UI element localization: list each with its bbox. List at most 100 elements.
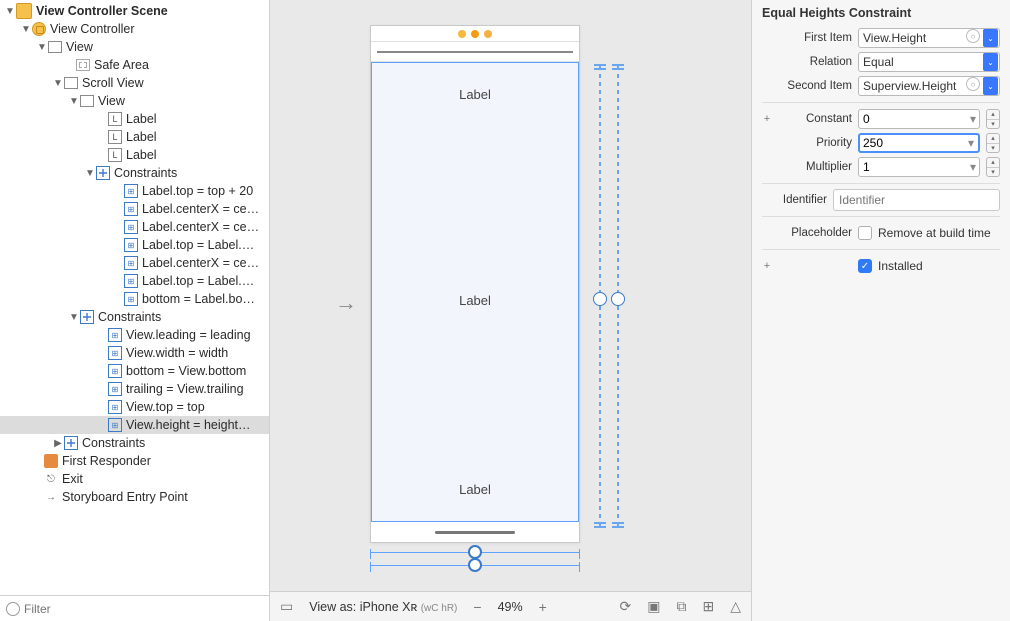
align-icon[interactable]: ⧉: [676, 598, 686, 615]
constant-input[interactable]: ▾: [858, 109, 980, 129]
label-row[interactable]: L Label: [0, 110, 269, 128]
label-icon: L: [108, 112, 122, 126]
vc-row[interactable]: View Controller: [0, 20, 269, 38]
constraint-row[interactable]: ⊞View.top = top: [0, 398, 269, 416]
scene-titlebar[interactable]: [371, 42, 579, 62]
priority-input[interactable]: ▾: [858, 133, 980, 153]
exit-row[interactable]: ⎋ Exit: [0, 470, 269, 488]
inner-constraints-row[interactable]: Constraints: [0, 164, 269, 182]
second-item-select[interactable]: Superview.Height ○⌄: [858, 76, 1000, 96]
disclosure-icon[interactable]: ▶: [52, 438, 64, 449]
clear-icon[interactable]: ○: [966, 77, 980, 91]
hide-outline-icon[interactable]: ▭: [280, 598, 293, 615]
constraint-row[interactable]: ⊞Label.top = top + 20: [0, 182, 269, 200]
update-frames-icon[interactable]: ⟳: [620, 598, 632, 615]
constraint-row[interactable]: ⊞Label.centerX = ce…: [0, 200, 269, 218]
canvas-label[interactable]: Label: [372, 87, 578, 102]
constraint-handle-icon[interactable]: [468, 558, 482, 572]
zoom-value[interactable]: 49%: [498, 600, 523, 614]
installed-checkbox[interactable]: ✓: [858, 259, 872, 273]
chevron-down-icon[interactable]: ⌄: [983, 77, 998, 95]
scroll-constraints-row[interactable]: Constraints: [0, 308, 269, 326]
canvas[interactable]: → Label Label Label: [270, 0, 752, 621]
disclosure-icon[interactable]: [4, 6, 16, 17]
disclosure-icon[interactable]: [84, 168, 96, 179]
entrypoint-label: Storyboard Entry Point: [62, 490, 188, 504]
constraint-row[interactable]: ⊞Label.top = Label.…: [0, 236, 269, 254]
canvas-label[interactable]: Label: [372, 293, 578, 308]
constraint-handle-icon[interactable]: [611, 292, 625, 306]
constraint-row[interactable]: ⊞trailing = View.trailing: [0, 380, 269, 398]
placeholder-checkbox[interactable]: [858, 226, 872, 240]
pin-icon[interactable]: ⊞: [702, 598, 714, 615]
clear-icon[interactable]: ○: [966, 29, 980, 43]
home-indicator: [371, 522, 579, 542]
constant-field[interactable]: [859, 112, 970, 126]
device-mockup[interactable]: Label Label Label: [370, 25, 580, 543]
disclosure-icon[interactable]: [52, 78, 64, 89]
constraint-text: Label.top = Label.…: [142, 274, 254, 288]
resolve-icon[interactable]: △: [730, 598, 741, 615]
constraint-icon: ⊞: [108, 328, 122, 342]
constraint-row[interactable]: ⊞Label.centerX = ce…: [0, 254, 269, 272]
height-constraint-rail[interactable]: [594, 66, 606, 526]
installed-text: Installed: [878, 259, 923, 273]
constraints-icon: [64, 436, 78, 450]
zoom-in-icon[interactable]: +: [539, 599, 547, 615]
constant-row: + Constant ▾ ▴▾: [752, 107, 1010, 131]
constraint-row[interactable]: ⊞View.width = width: [0, 344, 269, 362]
disclosure-icon[interactable]: [68, 312, 80, 323]
identifier-input[interactable]: [833, 189, 1000, 211]
constraints-icon: [96, 166, 110, 180]
traffic-dot-icon: [471, 30, 479, 38]
chevron-down-icon[interactable]: ⌄: [983, 29, 998, 47]
disclosure-icon[interactable]: [68, 96, 80, 107]
innerview-row[interactable]: View: [0, 92, 269, 110]
filter-icon[interactable]: [6, 602, 20, 616]
entrypoint-row[interactable]: → Storyboard Entry Point: [0, 488, 269, 506]
relation-select[interactable]: Equal ⌄: [858, 52, 1000, 72]
zoom-out-icon[interactable]: −: [473, 599, 481, 615]
disclosure-icon[interactable]: [20, 24, 32, 35]
constraint-handle-icon[interactable]: [593, 292, 607, 306]
priority-field[interactable]: [863, 136, 968, 150]
height-constraint-rail[interactable]: [612, 66, 624, 526]
second-item-row: Second Item Superview.Height ○⌄: [752, 74, 1010, 98]
scrollview-icon: [64, 77, 78, 89]
label-row[interactable]: L Label: [0, 128, 269, 146]
constraint-handle-icon[interactable]: [468, 545, 482, 559]
embed-icon[interactable]: ▣: [647, 598, 660, 615]
safearea-row[interactable]: Safe Area: [0, 56, 269, 74]
rootview-row[interactable]: View: [0, 38, 269, 56]
first-responder-row[interactable]: First Responder: [0, 452, 269, 470]
constraint-row[interactable]: ⊞View.height = height…: [0, 416, 269, 434]
filter-input[interactable]: [24, 602, 263, 616]
scrollview-row[interactable]: Scroll View: [0, 74, 269, 92]
identifier-label: Identifier: [775, 194, 827, 206]
label-row[interactable]: L Label: [0, 146, 269, 164]
constraint-row[interactable]: ⊞bottom = Label.bo…: [0, 290, 269, 308]
canvas-label[interactable]: Label: [372, 482, 578, 497]
view-as-label[interactable]: View as: iPhone Xʀ (wC hR): [309, 600, 457, 614]
constraint-row[interactable]: ⊞View.leading = leading: [0, 326, 269, 344]
priority-stepper[interactable]: ▴▾: [986, 133, 1000, 153]
add-variant-icon[interactable]: +: [762, 260, 772, 272]
constraint-icon: ⊞: [108, 364, 122, 378]
constraint-row[interactable]: ⊞bottom = View.bottom: [0, 362, 269, 380]
constant-stepper[interactable]: ▴▾: [986, 109, 1000, 129]
constraint-row[interactable]: ⊞Label.centerX = ce…: [0, 218, 269, 236]
add-variant-icon[interactable]: +: [762, 113, 772, 125]
multiplier-input[interactable]: ▾: [858, 157, 980, 177]
disclosure-icon[interactable]: [36, 42, 48, 53]
exit-label: Exit: [62, 472, 83, 486]
filter-bar: [0, 595, 269, 621]
chevron-down-icon[interactable]: ⌄: [983, 53, 998, 71]
root-constraints-row[interactable]: ▶ Constraints: [0, 434, 269, 452]
multiplier-field[interactable]: [859, 160, 970, 174]
scene-row[interactable]: View Controller Scene: [0, 2, 269, 20]
constraint-row[interactable]: ⊞Label.top = Label.…: [0, 272, 269, 290]
multiplier-stepper[interactable]: ▴▾: [986, 157, 1000, 177]
placeholder-row: Placeholder Remove at build time: [752, 221, 1010, 245]
first-item-select[interactable]: View.Height ○⌄: [858, 28, 1000, 48]
content-view[interactable]: Label Label Label: [371, 62, 579, 522]
